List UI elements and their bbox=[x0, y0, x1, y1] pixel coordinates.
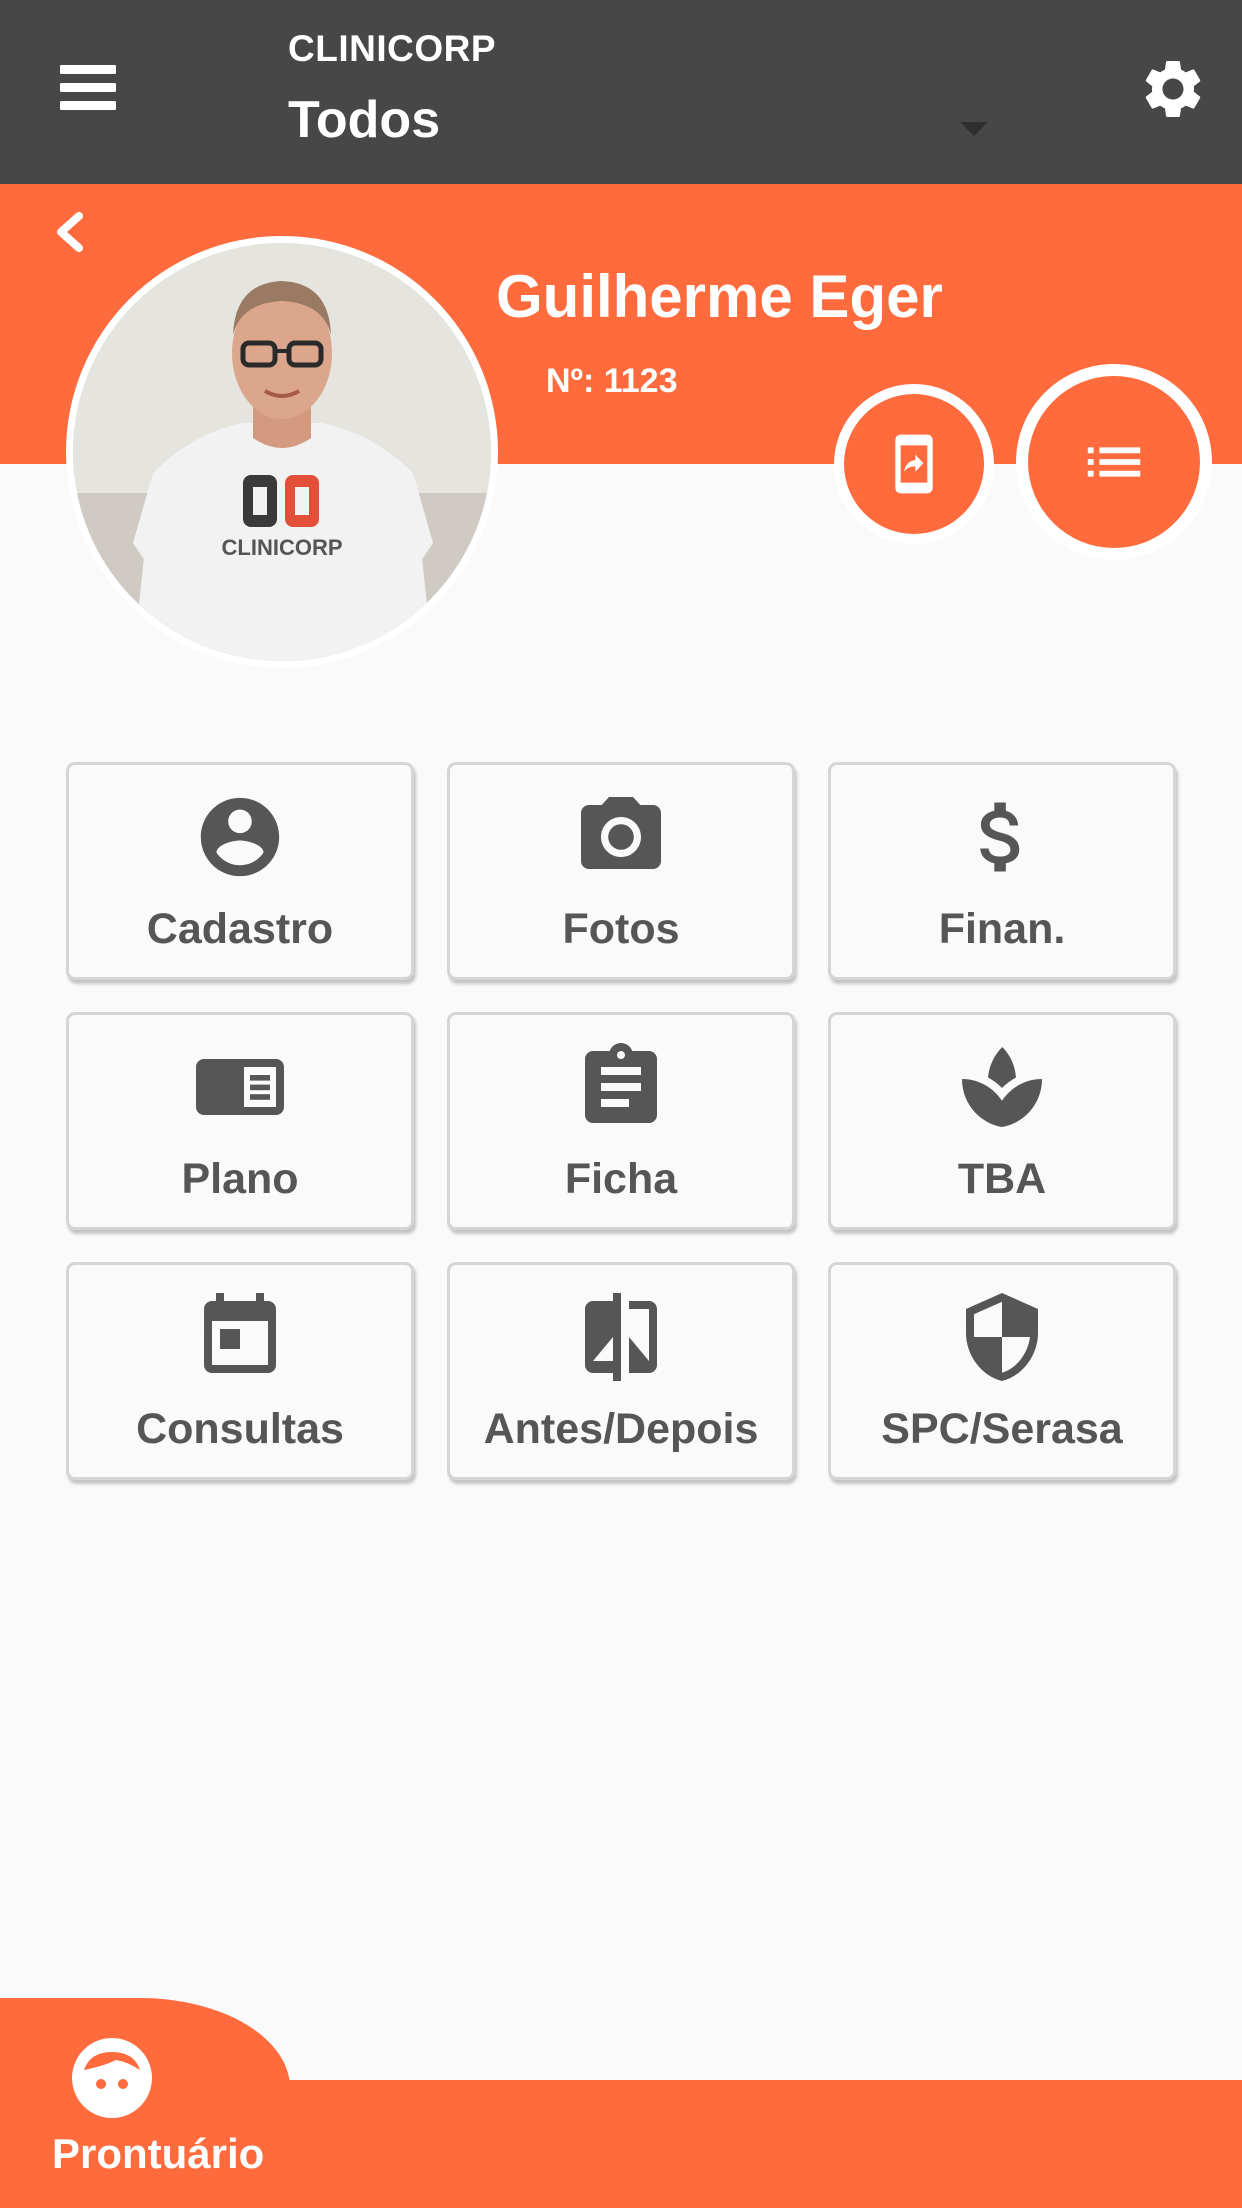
tile-plano[interactable]: Plano bbox=[66, 1012, 414, 1230]
tile-finan[interactable]: Finan. bbox=[828, 762, 1176, 980]
face-icon bbox=[64, 2030, 160, 2126]
mobile-share-icon bbox=[895, 434, 933, 494]
shirt-logo-text: CLINICORP bbox=[222, 535, 343, 560]
calendar-icon bbox=[192, 1289, 288, 1385]
camera-icon bbox=[573, 789, 669, 885]
shield-icon bbox=[954, 1289, 1050, 1385]
org-selector: CLINICORP Todos bbox=[288, 28, 988, 168]
share-button-disc bbox=[844, 394, 984, 534]
patient-photo: CLINICORP bbox=[73, 243, 491, 661]
tile-label: Consultas bbox=[136, 1405, 344, 1453]
tile-label: Antes/Depois bbox=[483, 1405, 759, 1453]
tile-label: Plano bbox=[181, 1155, 299, 1203]
clipboard-icon bbox=[573, 1039, 669, 1135]
bottom-nav-label: Prontuário bbox=[52, 2130, 265, 2177]
app-bar: CLINICORP Todos bbox=[0, 0, 1242, 184]
compare-icon bbox=[573, 1289, 669, 1385]
tile-antes-depois[interactable]: Antes/Depois bbox=[447, 1262, 795, 1480]
tile-label: SPC/Serasa bbox=[881, 1405, 1123, 1453]
chevron-left-icon[interactable] bbox=[36, 200, 100, 264]
tile-label: Finan. bbox=[938, 905, 1066, 953]
share-button[interactable] bbox=[834, 384, 994, 544]
caret-down-icon bbox=[960, 122, 988, 136]
tile-spc-serasa[interactable]: SPC/Serasa bbox=[828, 1262, 1176, 1480]
tile-cadastro[interactable]: Cadastro bbox=[66, 762, 414, 980]
filter-dropdown-value: Todos bbox=[288, 91, 441, 149]
list-icon bbox=[1087, 447, 1141, 477]
dollar-icon bbox=[954, 789, 1050, 885]
tile-label: Fotos bbox=[562, 905, 680, 953]
list-button[interactable] bbox=[1016, 364, 1212, 560]
tile-tba[interactable]: TBA bbox=[828, 1012, 1176, 1230]
filter-dropdown[interactable]: Todos bbox=[288, 90, 988, 162]
patient-number: Nº: 1123 bbox=[546, 362, 678, 400]
hamburger-menu-icon[interactable] bbox=[40, 40, 136, 136]
tile-label: Cadastro bbox=[146, 905, 334, 953]
account-circle-icon bbox=[192, 789, 288, 885]
tile-label: TBA bbox=[957, 1155, 1047, 1203]
list-button-disc bbox=[1028, 376, 1200, 548]
org-name: CLINICORP bbox=[288, 28, 496, 69]
avatar[interactable]: CLINICORP bbox=[66, 236, 498, 668]
tile-ficha[interactable]: Ficha bbox=[447, 1012, 795, 1230]
patient-name: Guilherme Eger bbox=[496, 263, 943, 330]
book-plan-icon bbox=[192, 1039, 288, 1135]
spa-leaf-icon bbox=[954, 1039, 1050, 1135]
tile-consultas[interactable]: Consultas bbox=[66, 1262, 414, 1480]
tile-fotos[interactable]: Fotos bbox=[447, 762, 795, 980]
tile-label: Ficha bbox=[564, 1155, 678, 1203]
gear-icon[interactable] bbox=[1128, 44, 1218, 134]
